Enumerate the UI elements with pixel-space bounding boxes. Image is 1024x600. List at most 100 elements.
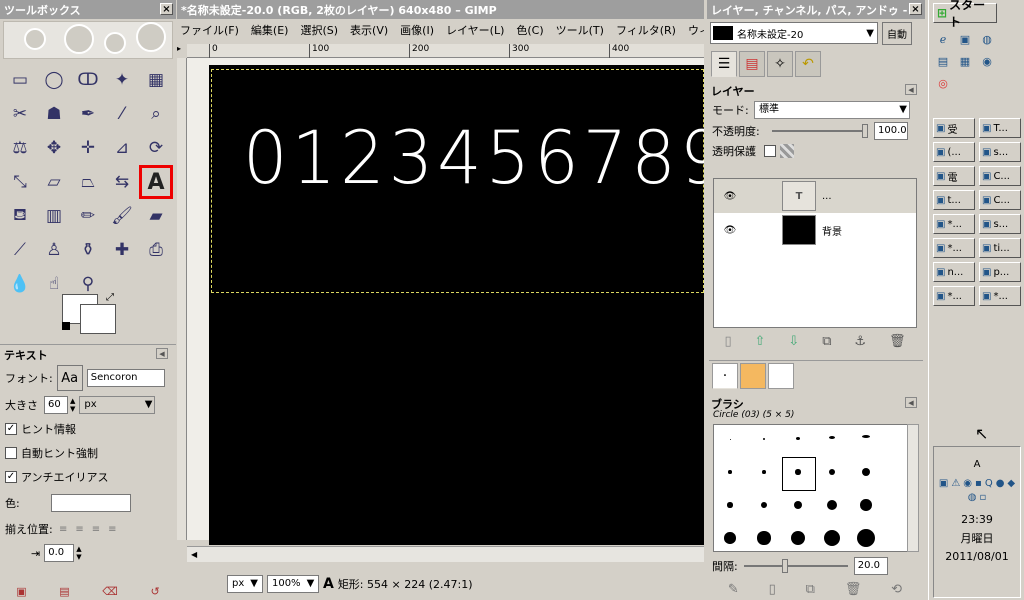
taskbar-button[interactable]: ▣ *... <box>979 286 1021 306</box>
paths-icon[interactable]: ✒ <box>71 97 105 131</box>
brush-preset[interactable] <box>828 468 836 476</box>
airbrush-icon[interactable]: ⟋ <box>3 233 37 267</box>
layer-row[interactable]: 👁 背景 <box>714 213 916 247</box>
align-icon[interactable]: ✛ <box>71 131 105 165</box>
taskbar-button[interactable]: ▣ 電 <box>933 166 975 186</box>
measure-icon[interactable]: ⚖ <box>3 131 37 165</box>
taskbar-button[interactable]: ▣ T... <box>979 118 1021 138</box>
image-canvas[interactable]: 0123456789 <box>209 65 704 545</box>
menu-item[interactable]: 画像(I) <box>400 22 434 38</box>
opacity-slider[interactable] <box>772 124 868 138</box>
ellipse-select-icon[interactable]: ◯ <box>37 63 71 97</box>
start-button[interactable]: ⊞ スタート <box>933 0 997 29</box>
taskbar-button[interactable]: ▣ p... <box>979 262 1021 282</box>
font-field[interactable]: Sencoron <box>86 369 165 387</box>
taskbar-button[interactable]: ▣ t... <box>933 190 975 210</box>
indent-spinner-icon[interactable]: ▲ ▼ <box>76 545 81 561</box>
brush-preset[interactable] <box>763 438 765 440</box>
menu-item[interactable]: レイヤー(L) <box>446 22 504 38</box>
visibility-icon[interactable]: 👁 <box>722 225 738 236</box>
brush-preset[interactable] <box>796 437 800 440</box>
lower-layer-icon[interactable]: ⇩ <box>788 334 799 349</box>
spacing-slider-handle[interactable] <box>781 559 788 573</box>
fuzzy-select-icon[interactable]: ✦ <box>105 63 139 97</box>
tab-layers[interactable]: ☰ <box>711 51 737 77</box>
tab-gradients[interactable] <box>768 363 794 389</box>
foreground-select-icon[interactable]: ☗ <box>37 97 71 131</box>
menu-item[interactable]: ツール(T) <box>556 22 604 38</box>
taskbar-button[interactable]: ▣ *... <box>933 214 975 234</box>
brush-preset[interactable] <box>861 467 871 477</box>
brush-preset[interactable] <box>724 532 736 544</box>
tray-icon[interactable]: Q <box>985 478 993 489</box>
delete-options-icon[interactable]: ⌫ <box>102 585 118 598</box>
auto-button[interactable]: 自動 <box>882 21 912 45</box>
refresh-brushes-icon[interactable]: ⟲ <box>891 582 902 597</box>
tray-icon[interactable]: ⚠ <box>951 478 960 489</box>
delete-brush-icon[interactable]: 🗑 <box>845 582 862 597</box>
blur-icon[interactable]: 💧 <box>3 267 37 301</box>
hint-checkbox[interactable]: ✓ <box>5 423 17 435</box>
brush-preset[interactable] <box>823 529 841 547</box>
shear-icon[interactable]: ▱ <box>37 165 71 199</box>
scissors-icon[interactable]: ✂ <box>3 97 37 131</box>
pencil-icon[interactable]: ✏ <box>71 199 105 233</box>
tab-brushes[interactable]: · <box>712 363 738 389</box>
new-layer-icon[interactable]: ▯ <box>724 334 731 349</box>
clone-icon[interactable]: ⚱ <box>71 233 105 267</box>
brush-preset[interactable] <box>760 501 768 509</box>
layer-row[interactable]: 👁 T... <box>714 179 916 213</box>
indent-field[interactable]: 0.0 <box>44 544 75 562</box>
bucket-fill-icon[interactable]: ⛾ <box>3 199 37 233</box>
lasso-icon[interactable]: ↀ <box>71 63 105 97</box>
visibility-icon[interactable]: 👁 <box>722 191 738 202</box>
text-color-button[interactable] <box>51 494 131 512</box>
justify-right-icon[interactable]: ≡ <box>75 524 83 535</box>
brush-preset[interactable] <box>790 530 806 546</box>
scroll-left-icon[interactable]: ◀ <box>191 550 197 559</box>
justify-center-icon[interactable]: ≡ <box>92 524 100 535</box>
opacity-slider-handle[interactable] <box>862 124 868 138</box>
crop-icon[interactable]: ⊿ <box>105 131 139 165</box>
brush-preset[interactable] <box>727 502 733 508</box>
size-field[interactable]: 60 <box>44 396 68 414</box>
save-options-icon[interactable]: ▣ <box>16 585 26 598</box>
color-picker-icon[interactable]: ⁄ <box>105 97 139 131</box>
brush-preset[interactable] <box>793 500 803 510</box>
taskbar-button[interactable]: ▣ C... <box>979 190 1021 210</box>
tab-undo[interactable]: ↶ <box>795 51 821 77</box>
duplicate-brush-icon[interactable]: ⧉ <box>806 582 815 597</box>
tab-paths[interactable]: ✧ <box>767 51 793 77</box>
menu-item[interactable]: ファイル(F) <box>180 22 239 38</box>
tray-icon[interactable]: ▫ <box>979 492 986 503</box>
justify-fill-icon[interactable]: ≡ <box>108 524 116 535</box>
brush-preset[interactable] <box>728 470 732 474</box>
heal-icon[interactable]: ✚ <box>105 233 139 267</box>
flip-icon[interactable]: ⇆ <box>105 165 139 199</box>
blend-icon[interactable]: ▥ <box>37 199 71 233</box>
taskbar-button[interactable]: ▣ n... <box>933 262 975 282</box>
tray-icon[interactable]: ▪ <box>975 478 982 489</box>
unit-menu[interactable]: px ▼ <box>227 575 263 593</box>
brush-preset[interactable] <box>729 438 731 440</box>
brush-grid[interactable] <box>713 424 909 552</box>
perspective-icon[interactable]: ⏢ <box>71 165 105 199</box>
zoom-icon[interactable]: ⌕ <box>139 97 173 131</box>
desktop-icon[interactable]: ▣ <box>957 31 973 47</box>
text-tool-icon[interactable]: A <box>139 165 173 199</box>
rect-select-icon[interactable]: ▭ <box>3 63 37 97</box>
perspective-clone-icon[interactable]: ⎙ <box>139 233 173 267</box>
raise-layer-icon[interactable]: ⇧ <box>755 334 766 349</box>
default-colors-icon[interactable] <box>62 322 70 330</box>
brush-scrollbar[interactable] <box>907 424 919 552</box>
spacing-field[interactable]: 20.0 <box>853 557 888 575</box>
anchor-layer-icon[interactable]: ⚓ <box>854 334 866 349</box>
ink-icon[interactable]: ♙ <box>37 233 71 267</box>
menu-item[interactable]: フィルタ(R) <box>616 22 676 38</box>
eraser-icon[interactable]: ▰ <box>139 199 173 233</box>
panel-menu-icon[interactable]: ◀ <box>905 397 917 408</box>
tab-channels[interactable]: ▤ <box>739 51 765 77</box>
duplicate-layer-icon[interactable]: ⧉ <box>822 334 831 349</box>
opacity-field[interactable]: 100.0 <box>874 122 908 140</box>
taskbar-button[interactable]: ▣ C... <box>979 166 1021 186</box>
